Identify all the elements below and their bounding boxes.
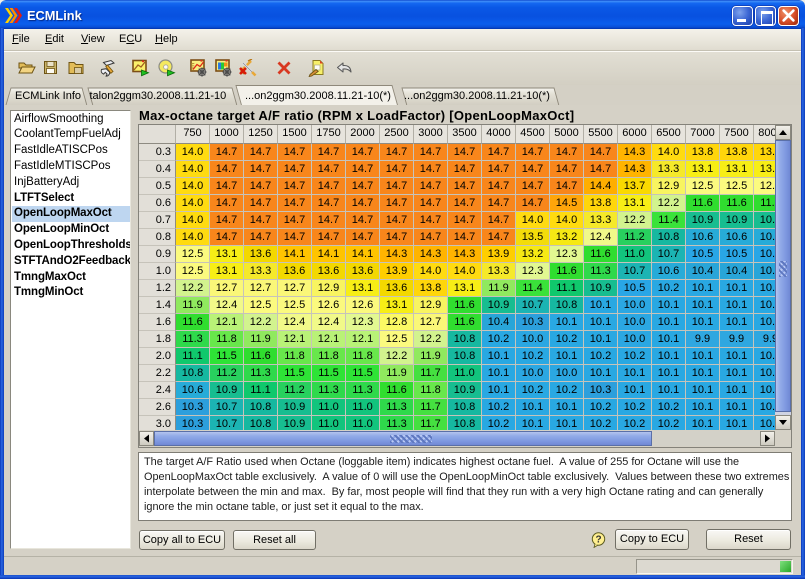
svg-text:?: ? bbox=[595, 535, 601, 546]
